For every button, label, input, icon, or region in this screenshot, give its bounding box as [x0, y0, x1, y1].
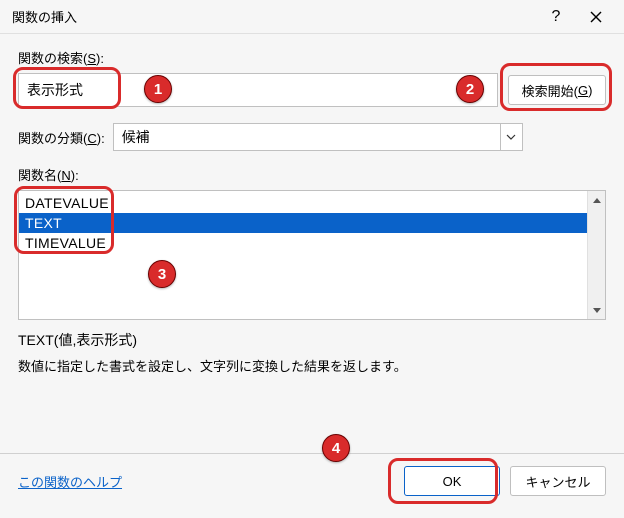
annotation-marker-2: 2 — [456, 75, 484, 103]
label-accel: C — [87, 131, 96, 146]
dialog-content: 関数の検索(S): 表示形式 検索開始(G) 1 2 関数の分類(C): 候補 — [0, 34, 624, 518]
annotation-marker-3: 3 — [148, 260, 176, 288]
label-text: 関数の検索( — [18, 51, 87, 66]
function-description: 数値に指定した書式を設定し、文字列に変換した結果を返します。 — [18, 356, 606, 375]
list-item-selected[interactable]: TEXT — [19, 213, 587, 233]
search-go-button[interactable]: 検索開始(G) — [508, 75, 606, 105]
footer: この関数のヘルプ OK キャンセル 4 — [18, 466, 606, 510]
list-item[interactable]: TIMEVALUE — [19, 233, 587, 253]
btn-text: ) — [588, 83, 592, 98]
list-inner: DATEVALUE TEXT TIMEVALUE — [19, 191, 587, 319]
function-syntax: TEXT(値,表示形式) — [18, 330, 606, 350]
function-listbox[interactable]: DATEVALUE TEXT TIMEVALUE — [18, 190, 606, 320]
category-label: 関数の分類(C): — [18, 128, 105, 147]
function-list-wrap: DATEVALUE TEXT TIMEVALUE 3 — [18, 190, 606, 320]
help-button[interactable]: ? — [536, 0, 576, 33]
close-icon — [590, 11, 602, 23]
annotation-marker-4: 4 — [322, 434, 350, 462]
search-input-value: 表示形式 — [27, 80, 83, 100]
btn-accel: G — [578, 83, 588, 98]
label-text: 関数の分類( — [18, 131, 87, 146]
category-row: 関数の分類(C): 候補 — [18, 123, 606, 151]
search-row: 表示形式 検索開始(G) 1 2 — [18, 73, 606, 107]
label-text: ): — [97, 131, 105, 146]
category-value: 候補 — [114, 127, 500, 147]
scroll-track[interactable] — [588, 209, 605, 301]
label-accel: S — [87, 51, 96, 66]
titlebar: 関数の挿入 ? — [0, 0, 624, 34]
ok-button[interactable]: OK — [404, 466, 500, 496]
btn-text: 検索開始( — [522, 81, 578, 100]
dialog-title: 関数の挿入 — [12, 7, 536, 26]
scroll-down-icon[interactable] — [588, 301, 605, 319]
search-label: 関数の検索(S): — [18, 48, 606, 67]
btn-text: キャンセル — [525, 472, 590, 491]
help-link[interactable]: この関数のヘルプ — [18, 472, 122, 491]
search-input[interactable]: 表示形式 — [18, 73, 498, 107]
list-item[interactable]: DATEVALUE — [19, 193, 587, 213]
separator — [0, 453, 624, 454]
label-text: ): — [96, 51, 104, 66]
insert-function-dialog: 関数の挿入 ? 関数の検索(S): 表示形式 検索開始(G) 1 2 — [0, 0, 624, 518]
category-select[interactable]: 候補 — [113, 123, 523, 151]
scroll-up-icon[interactable] — [588, 191, 605, 209]
close-button[interactable] — [576, 0, 616, 33]
btn-text: OK — [443, 474, 462, 489]
spacer — [18, 383, 606, 453]
label-accel: N — [61, 168, 70, 183]
label-text: ): — [71, 168, 79, 183]
scrollbar[interactable] — [587, 191, 605, 319]
cancel-button[interactable]: キャンセル — [510, 466, 606, 496]
label-text: 関数名( — [18, 168, 61, 183]
annotation-marker-1: 1 — [144, 75, 172, 103]
name-label: 関数名(N): — [18, 165, 606, 184]
chevron-down-icon — [500, 124, 522, 150]
